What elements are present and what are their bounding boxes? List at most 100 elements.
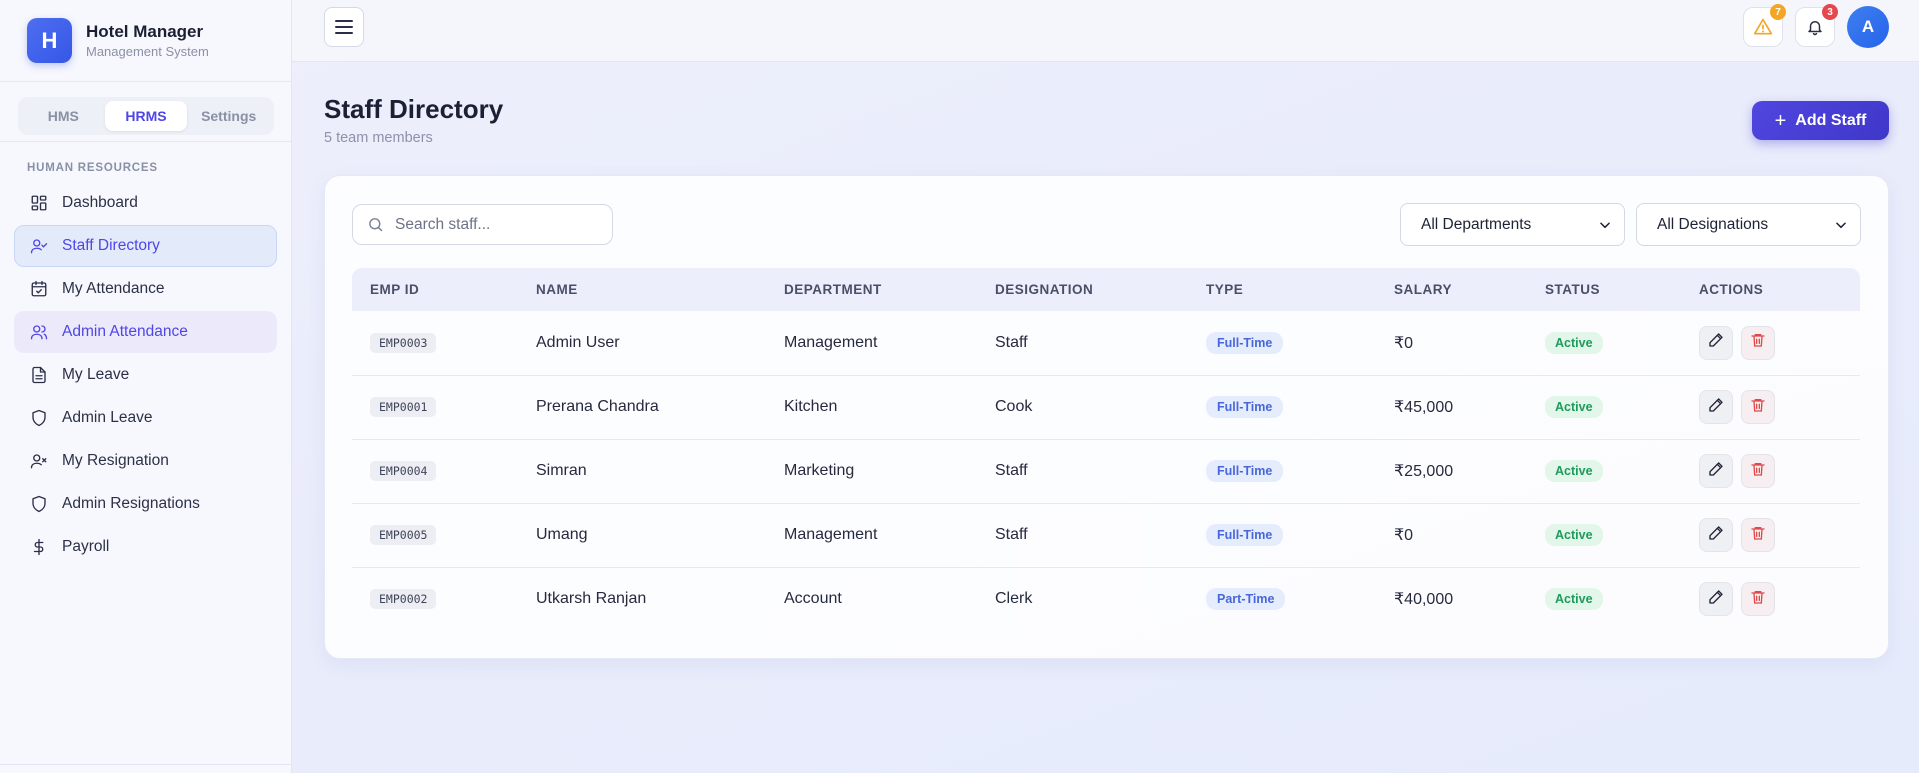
cell-name: Utkarsh Ranjan	[536, 590, 647, 608]
hamburger-icon	[335, 20, 353, 34]
chevron-down-icon	[1836, 221, 1846, 228]
pencil-icon	[1708, 461, 1724, 482]
cell-emp-id: EMP0004	[352, 439, 518, 503]
cell-type: Part-Time	[1188, 567, 1376, 631]
cell-type: Full-Time	[1188, 503, 1376, 567]
edit-button[interactable]	[1699, 582, 1733, 617]
sidebar-item-dashboard[interactable]: Dashboard	[14, 182, 277, 224]
menu-toggle-button[interactable]	[324, 7, 364, 47]
dashboard-icon	[29, 193, 49, 213]
column-header-salary[interactable]: SALARY	[1376, 268, 1527, 311]
dollar-icon	[29, 537, 49, 557]
sidebar-item-label: Admin Leave	[62, 409, 153, 426]
section-label: HUMAN RESOURCES	[27, 162, 158, 174]
edit-button[interactable]	[1699, 454, 1733, 488]
column-header-emp-id[interactable]: EMP ID	[352, 268, 518, 311]
staff-card: All Departments All Designations EMP ID …	[324, 175, 1889, 659]
pencil-icon	[1708, 525, 1724, 546]
cell-designation: Staff	[995, 333, 1028, 351]
cell-actions	[1681, 439, 1860, 503]
sidebar-item-admin-leave[interactable]: Admin Leave	[14, 397, 277, 439]
cell-status: Active	[1527, 439, 1681, 503]
module-tabs: HMS HRMS Settings	[18, 97, 274, 135]
edit-button[interactable]	[1699, 518, 1733, 552]
table-row: EMP0001 Prerana Chandra Kitchen Cook Full-Ti…	[352, 375, 1860, 439]
delete-button[interactable]	[1741, 390, 1775, 424]
delete-button[interactable]	[1741, 454, 1775, 488]
sidebar-item-label: My Attendance	[62, 280, 165, 297]
sidebar-nav: Dashboard Staff Directory My Attendance Adm…	[0, 182, 291, 568]
alerts-button[interactable]: 7	[1743, 4, 1786, 47]
designation-select[interactable]: All Designations	[1636, 203, 1861, 246]
edit-button[interactable]	[1699, 390, 1733, 424]
table-row: EMP0002 Utkarsh Ranjan Account Clerk Part-Ti…	[352, 567, 1860, 631]
department-select-value: All Departments	[1421, 215, 1532, 233]
trash-icon	[1750, 461, 1766, 482]
column-header-actions: ACTIONS	[1699, 282, 1764, 297]
search-box[interactable]	[352, 204, 613, 245]
bell-icon	[1808, 21, 1822, 36]
department-select[interactable]: All Departments	[1400, 203, 1625, 246]
sidebar-item-admin-resignations[interactable]: Admin Resignations	[14, 483, 277, 525]
add-staff-button[interactable]: + Add Staff	[1752, 101, 1889, 140]
emp-id: EMP0003	[370, 332, 437, 353]
column-header-status[interactable]: STATUS	[1527, 268, 1681, 311]
status-badge: Active	[1545, 331, 1603, 354]
delete-button[interactable]	[1741, 582, 1775, 617]
cell-designation: Staff	[995, 526, 1028, 543]
cell-designation: Cook	[995, 398, 1033, 415]
emp-id: EMP0001	[370, 397, 437, 417]
sidebar-item-label: Admin Resignations	[62, 495, 200, 512]
sidebar-item-label: My Leave	[62, 366, 130, 383]
notifications-button[interactable]: 3	[1795, 4, 1838, 47]
sidebar-item-label: Dashboard	[62, 194, 138, 211]
cell-department: Management	[784, 526, 878, 543]
column-header-type[interactable]: TYPE	[1188, 268, 1376, 311]
tab-hrms[interactable]: HRMS	[104, 101, 188, 131]
cell-emp-id: EMP0002	[352, 567, 518, 631]
sidebar-item-payroll[interactable]: Payroll	[14, 526, 277, 568]
trash-icon	[1750, 525, 1766, 546]
sidebar-item-my-resignation[interactable]: My Resignation	[14, 440, 277, 482]
column-header-department[interactable]: DEPARTMENT	[766, 268, 977, 311]
status-badge: Active	[1545, 588, 1603, 611]
cell-emp-id: EMP0005	[352, 503, 518, 567]
cell-salary: ₹0	[1394, 527, 1414, 544]
column-header-name[interactable]: NAME	[518, 268, 766, 311]
sidebar-item-my-attendance[interactable]: My Attendance	[14, 268, 277, 310]
pencil-icon	[1708, 397, 1724, 418]
delete-button[interactable]	[1741, 518, 1775, 552]
edit-button[interactable]	[1699, 325, 1733, 360]
avatar[interactable]: A	[1847, 6, 1889, 48]
page-subtitle: 5 team members	[324, 130, 433, 146]
staff-table: EMP ID NAME DEPARTMENT DESIGNATION TYPE …	[352, 268, 1860, 631]
cell-status: Active	[1527, 375, 1681, 439]
cell-designation: Clerk	[995, 590, 1033, 608]
sidebar-item-admin-attendance[interactable]: Admin Attendance	[14, 311, 277, 353]
sidebar-item-my-leave[interactable]: My Leave	[14, 354, 277, 396]
delete-button[interactable]	[1741, 325, 1775, 360]
type-badge: Part-Time	[1206, 588, 1286, 611]
brand-logo: H	[27, 18, 72, 63]
cell-actions	[1681, 311, 1860, 375]
sidebar-item-label: My Resignation	[62, 452, 169, 469]
cell-designation: Staff	[995, 462, 1028, 479]
cell-salary: ₹45,000	[1394, 399, 1454, 416]
chevron-down-icon	[1600, 221, 1610, 228]
type-badge: Full-Time	[1206, 460, 1284, 482]
search-input[interactable]	[395, 215, 595, 234]
top-bar: 7 3 A	[292, 0, 1919, 62]
cell-department: Marketing	[784, 462, 855, 479]
cell-actions	[1681, 567, 1860, 631]
sidebar-item-staff-directory[interactable]: Staff Directory	[14, 225, 277, 267]
sidebar: H Hotel Manager Management System HMS HR…	[0, 0, 292, 773]
status-badge: Active	[1545, 460, 1603, 482]
emp-id: EMP0002	[370, 589, 437, 610]
cell-name: Admin User	[536, 333, 620, 351]
column-header-designation[interactable]: DESIGNATION	[977, 268, 1188, 311]
brand-subtitle: Management System	[86, 44, 209, 59]
cell-status: Active	[1527, 311, 1681, 375]
tab-hms[interactable]: HMS	[22, 101, 105, 131]
status-badge: Active	[1545, 524, 1603, 546]
tab-settings[interactable]: Settings	[187, 101, 270, 131]
